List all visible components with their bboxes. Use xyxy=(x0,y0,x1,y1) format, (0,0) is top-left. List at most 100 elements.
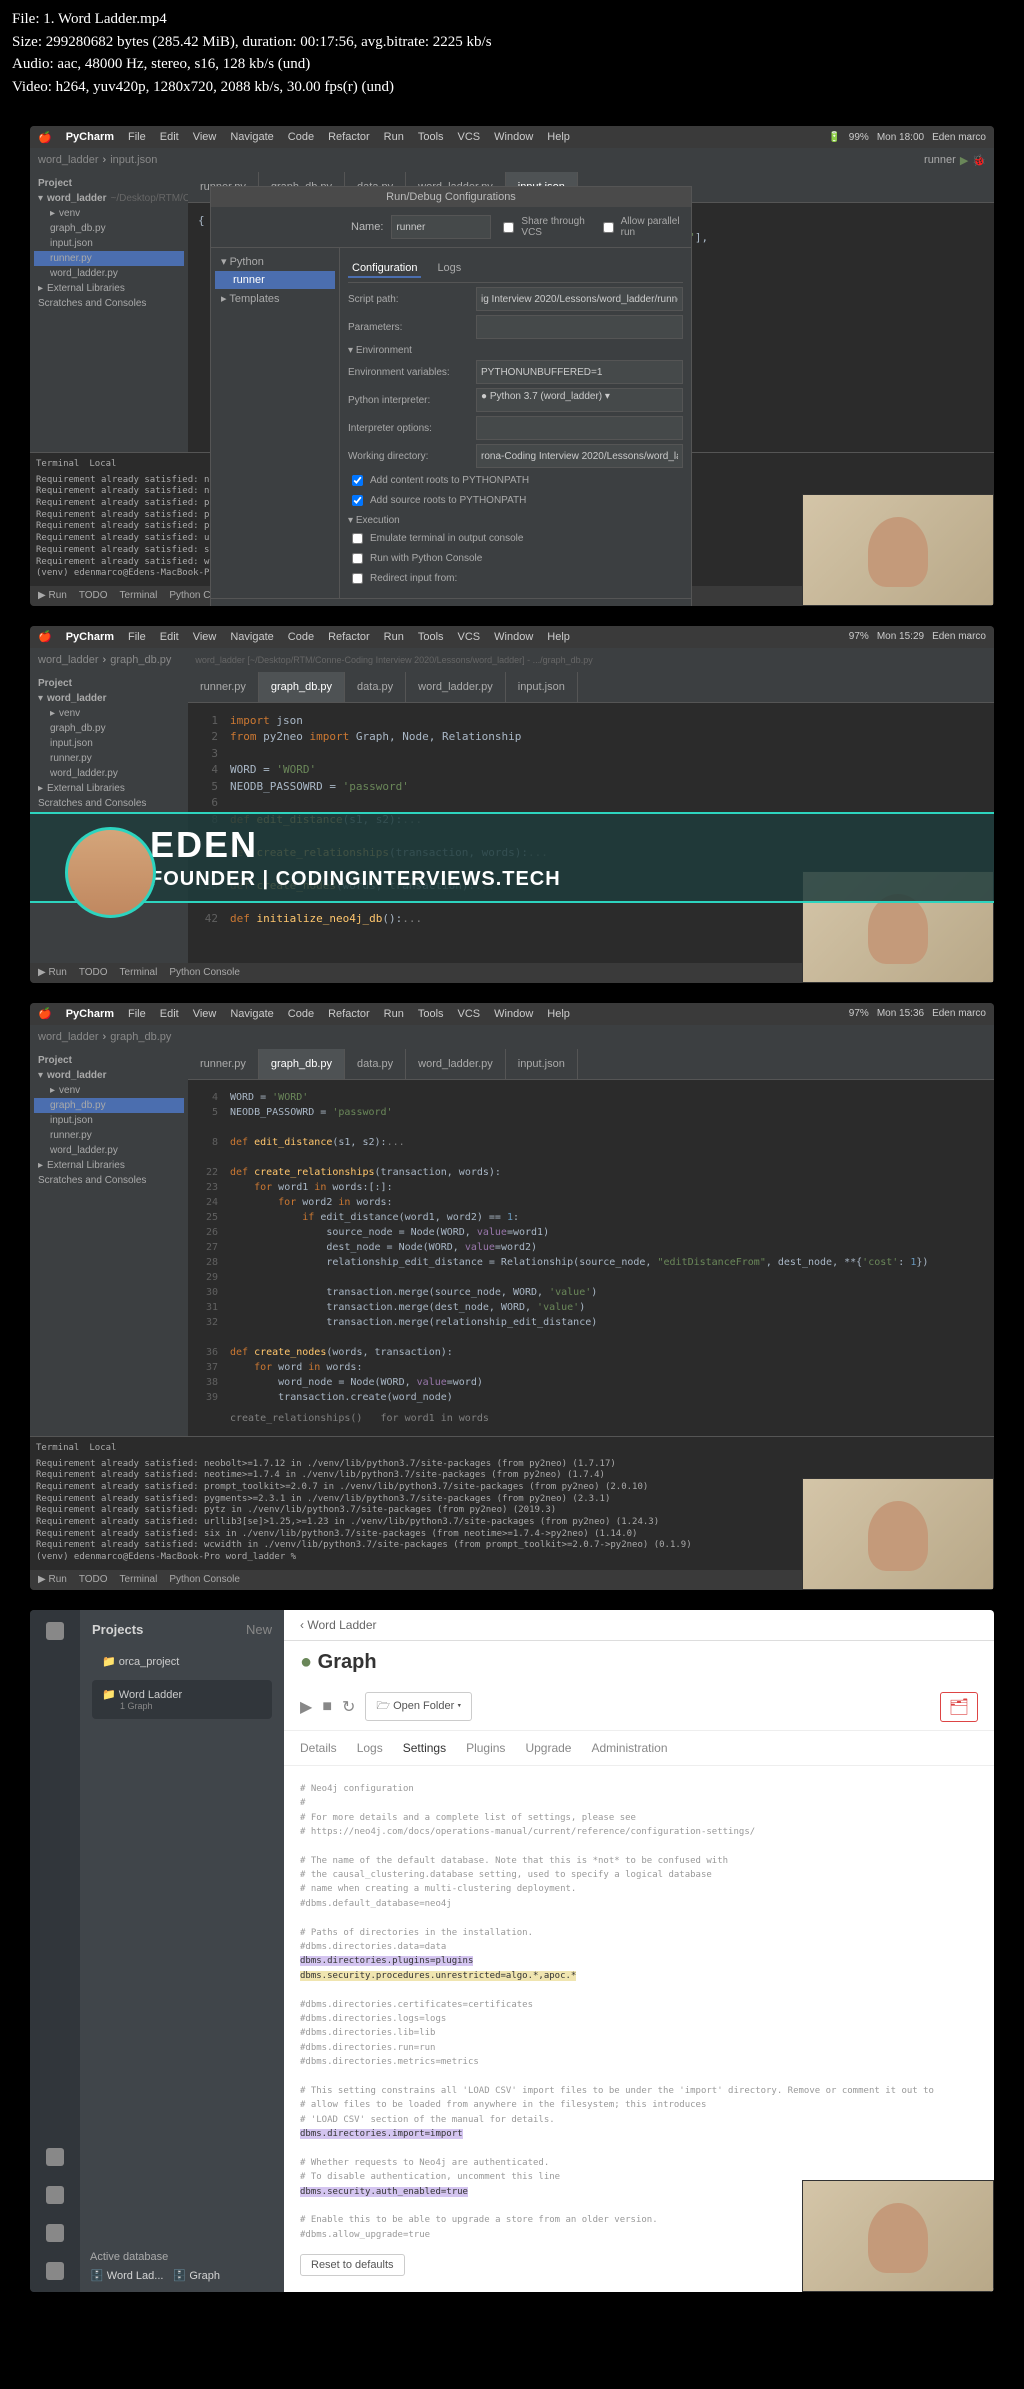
tab-admin[interactable]: Administration xyxy=(591,1741,667,1755)
app-name[interactable]: PyCharm xyxy=(66,631,114,643)
open-folder-button[interactable]: 🗁 Open Folder ▾ xyxy=(365,1692,472,1721)
tree-input-json[interactable]: input.json xyxy=(34,1113,184,1128)
tree-root[interactable]: ▾ word_ladder ~/Desktop/RTM/C xyxy=(34,191,184,206)
tree-input-json[interactable]: input.json xyxy=(34,236,184,251)
info-icon[interactable] xyxy=(46,2262,64,2280)
db-icon[interactable] xyxy=(46,2148,64,2166)
chk-source-roots[interactable] xyxy=(352,495,363,506)
menu-tools[interactable]: Tools xyxy=(418,631,444,643)
tab-configuration[interactable]: Configuration xyxy=(348,260,421,278)
menu-navigate[interactable]: Navigate xyxy=(230,631,273,643)
menu-file[interactable]: File xyxy=(128,1008,146,1020)
crumb-file[interactable]: input.json xyxy=(110,154,157,166)
tree-scratches[interactable]: Scratches and Consoles xyxy=(34,1173,184,1188)
tree-ext-lib[interactable]: ▸ External Libraries xyxy=(34,1158,184,1173)
menu-vcs[interactable]: VCS xyxy=(458,631,481,643)
menu-tools[interactable]: Tools xyxy=(418,131,444,143)
menu-navigate[interactable]: Navigate xyxy=(230,131,273,143)
env-vars-input[interactable] xyxy=(476,360,683,384)
config-templates[interactable]: ▸ Templates xyxy=(215,289,335,308)
config-tree[interactable]: ▾ Python runner ▸ Templates xyxy=(211,248,340,598)
status-pyconsole[interactable]: Python Console xyxy=(169,1574,240,1585)
menu-file[interactable]: File xyxy=(128,131,146,143)
tree-venv[interactable]: ▸ venv xyxy=(34,1083,184,1098)
settings-icon[interactable] xyxy=(46,2224,64,2242)
menu-run[interactable]: Run xyxy=(384,631,404,643)
menu-run[interactable]: Run xyxy=(384,131,404,143)
tab-plugins[interactable]: Plugins xyxy=(466,1741,505,1755)
menu-code[interactable]: Code xyxy=(288,131,314,143)
tree-scratches[interactable]: Scratches and Consoles xyxy=(34,296,184,311)
tab-graph[interactable]: graph_db.py xyxy=(259,672,345,702)
active-db[interactable]: 🗄️ Word Lad... 🗄️ Graph xyxy=(90,2269,220,2282)
menu-run[interactable]: Run xyxy=(384,1008,404,1020)
run-icon[interactable]: ▶ xyxy=(960,154,968,167)
apple-icon[interactable]: 🍎 xyxy=(38,131,52,144)
crumb-file[interactable]: graph_db.py xyxy=(110,1031,171,1043)
terminal-local[interactable]: Local xyxy=(89,1443,116,1455)
tree-runner[interactable]: runner.py xyxy=(34,1128,184,1143)
refresh-icon[interactable]: ↻ xyxy=(342,1697,355,1717)
chk-pyconsole[interactable] xyxy=(352,553,363,564)
apple-icon[interactable]: 🍎 xyxy=(38,1007,52,1020)
tab-input[interactable]: input.json xyxy=(506,672,578,702)
menu-file[interactable]: File xyxy=(128,631,146,643)
status-run[interactable]: ▶ Run xyxy=(38,590,67,601)
menu-code[interactable]: Code xyxy=(288,631,314,643)
menu-edit[interactable]: Edit xyxy=(160,631,179,643)
tree-graph-db[interactable]: graph_db.py xyxy=(34,721,184,736)
status-terminal[interactable]: Terminal xyxy=(120,590,158,601)
interp-opts-input[interactable] xyxy=(476,416,683,440)
menu-vcs[interactable]: VCS xyxy=(458,131,481,143)
tab-data[interactable]: data.py xyxy=(345,1049,406,1079)
menu-tools[interactable]: Tools xyxy=(418,1008,444,1020)
menu-window[interactable]: Window xyxy=(494,631,533,643)
projects-icon[interactable] xyxy=(46,1622,64,1640)
project-tree[interactable]: Project ▾ word_ladder ▸ venv graph_db.py… xyxy=(30,1049,188,1436)
menu-help[interactable]: Help xyxy=(547,1008,570,1020)
project-tree[interactable]: Project ▾ word_ladder ~/Desktop/RTM/C ▸ … xyxy=(30,172,188,452)
status-todo[interactable]: TODO xyxy=(79,967,108,978)
debug-icon[interactable]: 🐞 xyxy=(972,154,986,167)
menu-view[interactable]: View xyxy=(193,131,217,143)
terminal-tab[interactable]: Terminal xyxy=(36,1443,79,1455)
tab-upgrade[interactable]: Upgrade xyxy=(525,1741,571,1755)
menu-edit[interactable]: Edit xyxy=(160,1008,179,1020)
apple-icon[interactable]: 🍎 xyxy=(38,630,52,643)
chk-content-roots[interactable] xyxy=(352,475,363,486)
tab-settings[interactable]: Settings xyxy=(403,1741,446,1755)
tree-word-ladder[interactable]: word_ladder.py xyxy=(34,766,184,781)
config-runner[interactable]: runner xyxy=(215,271,335,289)
tab-wl[interactable]: word_ladder.py xyxy=(406,672,506,702)
tree-scratches[interactable]: Scratches and Consoles xyxy=(34,796,184,811)
tab-runner[interactable]: runner.py xyxy=(188,672,259,702)
script-path-input[interactable] xyxy=(476,287,683,311)
tree-root[interactable]: ▾ word_ladder xyxy=(34,691,184,706)
share-checkbox[interactable] xyxy=(503,222,514,233)
reset-button[interactable]: Reset to defaults xyxy=(300,2254,405,2276)
crumb-project[interactable]: word_ladder xyxy=(38,1031,99,1043)
app-name[interactable]: PyCharm xyxy=(66,1008,114,1020)
menu-window[interactable]: Window xyxy=(494,131,533,143)
config-python[interactable]: ▾ Python xyxy=(215,252,335,271)
run-config[interactable]: runner xyxy=(924,154,956,166)
tree-runner[interactable]: runner.py xyxy=(34,251,184,266)
params-input[interactable] xyxy=(476,315,683,339)
crumb-file[interactable]: graph_db.py xyxy=(110,654,171,666)
menu-help[interactable]: Help xyxy=(547,131,570,143)
tree-word-ladder[interactable]: word_ladder.py xyxy=(34,266,184,281)
tab-wl[interactable]: word_ladder.py xyxy=(406,1049,506,1079)
chk-emulate[interactable] xyxy=(352,533,363,544)
tree-venv[interactable]: ▸ venv xyxy=(34,206,184,221)
crumb-project[interactable]: word_ladder xyxy=(38,154,99,166)
menu-vcs[interactable]: VCS xyxy=(458,1008,481,1020)
menu-help[interactable]: Help xyxy=(547,631,570,643)
play-icon[interactable]: ▶ xyxy=(300,1697,312,1717)
parallel-checkbox[interactable] xyxy=(603,222,614,233)
neo4j-breadcrumb[interactable]: ‹ Word Ladder xyxy=(284,1610,994,1641)
tab-input[interactable]: input.json xyxy=(506,1049,578,1079)
tree-root[interactable]: ▾ word_ladder xyxy=(34,1068,184,1083)
status-run[interactable]: ▶ Run xyxy=(38,967,67,978)
new-button[interactable]: New xyxy=(246,1622,272,1637)
tab-graph[interactable]: graph_db.py xyxy=(259,1049,345,1079)
